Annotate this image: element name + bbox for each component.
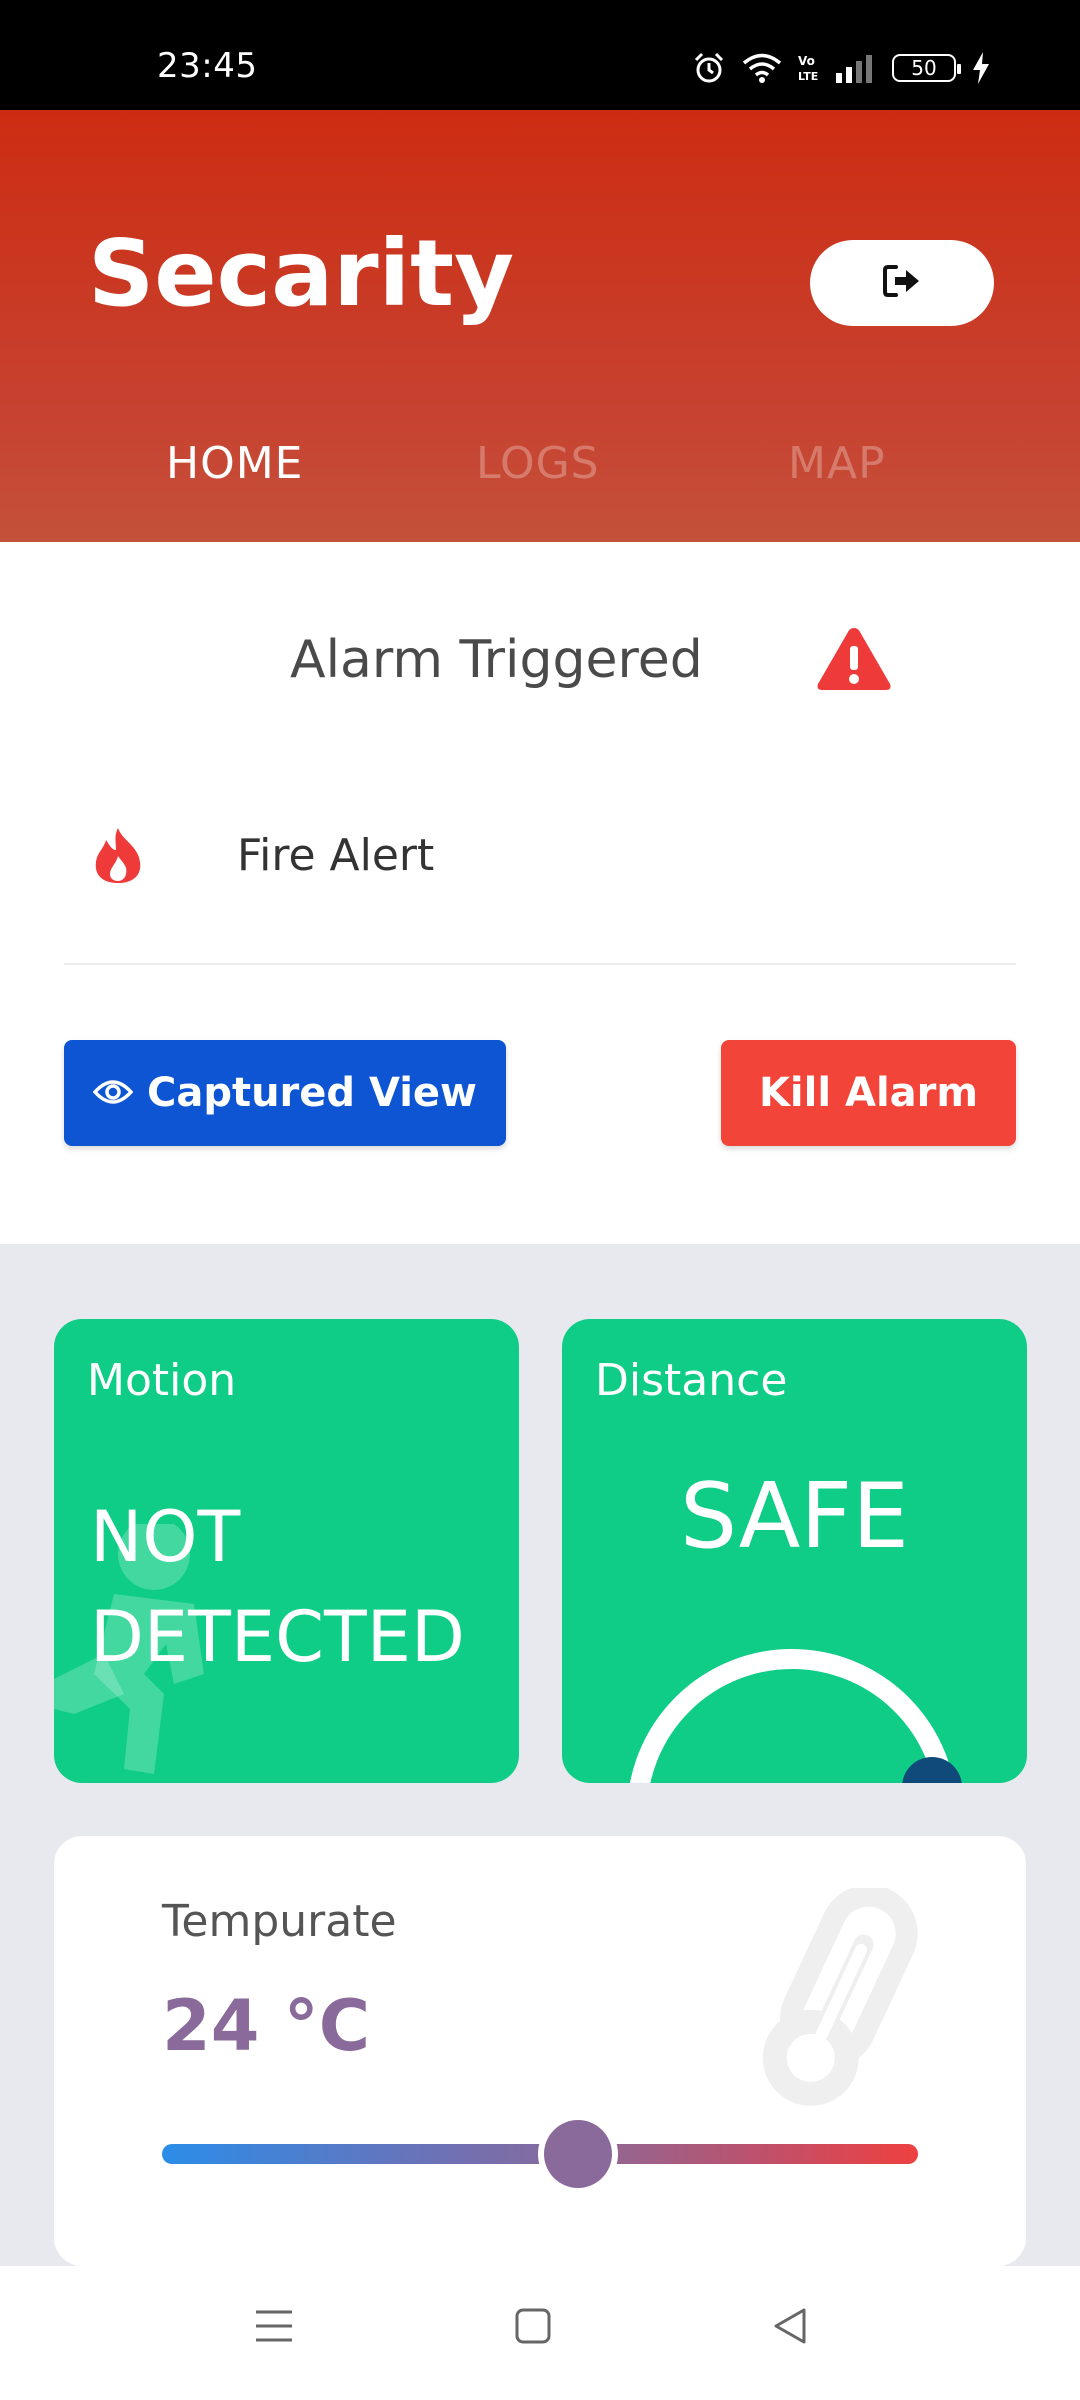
captured-view-label: Captured View — [146, 1070, 478, 1116]
status-icons: Vo LTE 50 — [692, 48, 990, 88]
signal-icon — [836, 53, 876, 83]
temperature-slider-knob[interactable] — [543, 2120, 612, 2188]
distance-label: Distance — [595, 1355, 788, 1406]
tab-logs[interactable]: LOGS — [476, 438, 600, 490]
temperature-value: 24 °C — [162, 1985, 371, 2067]
temperature-slider[interactable] — [162, 2144, 918, 2164]
home-square-icon[interactable] — [513, 2306, 553, 2350]
eye-icon — [92, 1070, 134, 1116]
motion-label: Motion — [87, 1355, 237, 1406]
captured-view-button[interactable]: Captured View — [64, 1040, 506, 1146]
warning-triangle-icon — [816, 626, 892, 696]
logout-icon — [882, 264, 922, 302]
motion-status-line2: DETECTED — [90, 1596, 465, 1678]
system-nav-bar — [0, 2266, 1080, 2400]
status-time: 23:45 — [157, 46, 258, 86]
volte-icon: Vo LTE — [798, 52, 820, 84]
distance-card: Distance SAFE — [562, 1319, 1027, 1783]
menu-icon[interactable] — [254, 2306, 294, 2350]
motion-status: NOT DETECTED — [90, 1487, 465, 1687]
logout-button[interactable] — [810, 240, 994, 326]
battery-icon: 50 — [892, 54, 961, 82]
svg-text:LTE: LTE — [798, 70, 818, 83]
fire-icon — [92, 826, 144, 888]
kill-alarm-button[interactable]: Kill Alarm — [721, 1040, 1016, 1146]
app-title: Secarity — [88, 220, 515, 327]
temperature-label: Tempurate — [162, 1896, 397, 1947]
alarm-title: Alarm Triggered — [290, 630, 703, 690]
thermometer-icon — [734, 1884, 934, 2132]
alert-type-label: Fire Alert — [237, 830, 435, 881]
motion-card: Motion NOT DETECTED — [54, 1319, 519, 1783]
status-bar: 23:45 Vo LTE 50 — [0, 0, 1080, 110]
tab-map[interactable]: MAP — [788, 438, 886, 490]
distance-status: SAFE — [680, 1464, 909, 1569]
charging-icon — [972, 52, 990, 84]
motion-status-line1: NOT — [90, 1496, 241, 1578]
divider — [64, 963, 1016, 965]
svg-text:Vo: Vo — [798, 54, 815, 68]
back-triangle-icon[interactable] — [770, 2306, 810, 2350]
distance-gauge — [622, 1639, 962, 1783]
tab-home[interactable]: HOME — [166, 438, 303, 490]
kill-alarm-label: Kill Alarm — [758, 1070, 979, 1116]
alarm-clock-icon — [692, 51, 726, 85]
wifi-icon — [742, 52, 782, 84]
temperature-card: Tempurate 24 °C — [54, 1836, 1026, 2266]
